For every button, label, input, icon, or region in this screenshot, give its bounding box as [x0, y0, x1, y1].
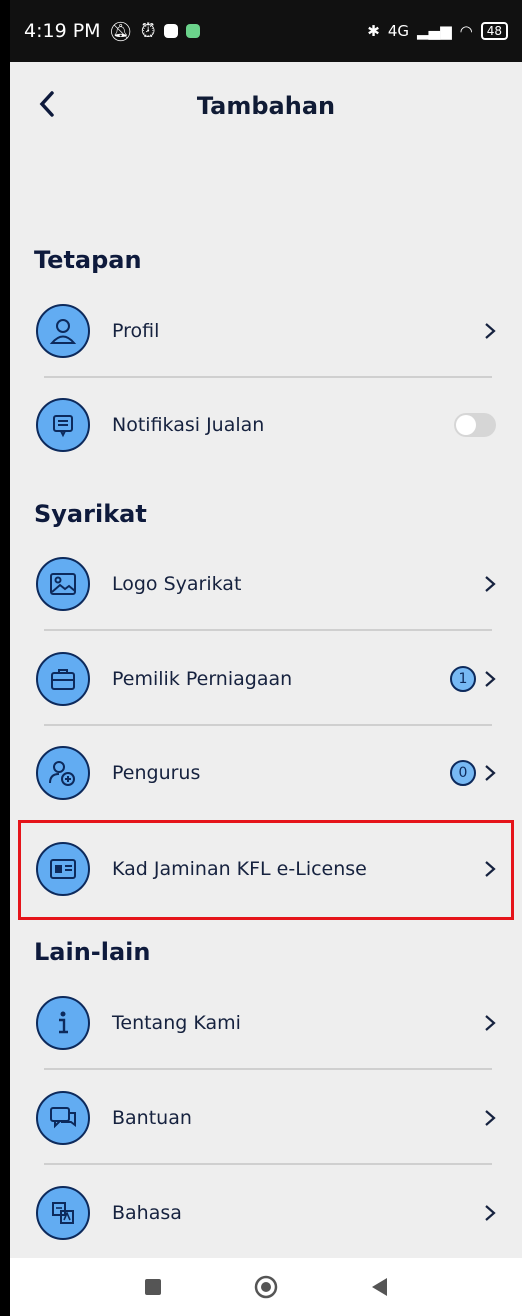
recents-button-icon[interactable]	[143, 1277, 163, 1297]
page-title: Tambahan	[196, 92, 336, 120]
menu-item-pemilik-perniagaan[interactable]: Pemilik Perniagaan 1	[36, 638, 498, 720]
briefcase-icon	[36, 652, 90, 706]
menu-item-label: Kad Jaminan KFL e-License	[112, 858, 367, 880]
menu-item-label: Notifikasi Jualan	[112, 414, 265, 436]
chevron-left-icon	[39, 91, 54, 117]
notification-icon	[163, 24, 178, 38]
divider	[44, 724, 492, 726]
menu-item-notifikasi[interactable]: Notifikasi Jualan	[36, 384, 498, 466]
chevron-right-icon	[485, 576, 496, 592]
menu-item-label: Profil	[112, 320, 160, 342]
divider	[44, 1068, 492, 1070]
back-nav-button-icon[interactable]	[369, 1276, 389, 1298]
menu-item-logo-syarikat[interactable]: Logo Syarikat	[36, 543, 498, 625]
menu-item-profil[interactable]: Profil	[36, 290, 498, 372]
signal-icon: ▂▄▆	[417, 22, 452, 40]
count-badge: 0	[450, 760, 476, 786]
menu-item-pengurus[interactable]: Pengurus 0	[36, 732, 498, 814]
app-notification-icon	[185, 24, 200, 38]
menu-item-label: Logo Syarikat	[112, 573, 242, 595]
menu-item-tentang-kami[interactable]: Tentang Kami	[36, 982, 498, 1064]
chevron-right-icon	[485, 671, 496, 687]
count-badge: 1	[450, 666, 476, 692]
section-syarikat: Syarikat	[34, 500, 147, 528]
chevron-right-icon	[485, 1015, 496, 1031]
section-lain-lain: Lain-lain	[34, 938, 151, 966]
chevron-right-icon	[485, 1110, 496, 1126]
info-icon	[36, 996, 90, 1050]
chevron-right-icon	[485, 861, 496, 877]
wifi-icon: ◠	[459, 22, 473, 40]
id-card-icon	[36, 842, 90, 896]
back-button[interactable]	[32, 84, 62, 124]
user-icon	[36, 304, 90, 358]
mute-icon: 🔕︎	[108, 20, 133, 43]
chevron-right-icon	[485, 323, 496, 339]
menu-item-bantuan[interactable]: Bantuan	[36, 1077, 498, 1159]
menu-item-label: Tentang Kami	[112, 1012, 241, 1034]
network-type: 4G	[387, 22, 410, 40]
chevron-right-icon	[485, 765, 496, 781]
section-tetapan: Tetapan	[34, 246, 142, 274]
divider	[44, 1163, 492, 1165]
app-bar: Tambahan	[10, 62, 522, 150]
chevron-right-icon	[485, 1205, 496, 1221]
add-user-icon	[36, 746, 90, 800]
image-icon	[36, 557, 90, 611]
home-button-icon[interactable]	[253, 1274, 279, 1300]
notification-toggle[interactable]	[454, 413, 496, 437]
status-bar: 4:19 PM 🔕︎ ⏰︎ ✱ 4G ▂▄▆ ◠ 48	[10, 0, 522, 62]
menu-item-label: Pemilik Perniagaan	[112, 668, 293, 690]
screen: 4:19 PM 🔕︎ ⏰︎ ✱ 4G ▂▄▆ ◠ 48 Tambahan Tet…	[10, 0, 522, 1316]
status-time: 4:19 PM	[24, 20, 101, 42]
bluetooth-icon: ✱	[367, 22, 380, 40]
menu-item-bahasa[interactable]: Bahasa	[36, 1172, 498, 1254]
menu-item-label: Pengurus	[112, 762, 201, 784]
translate-icon	[36, 1186, 90, 1240]
divider	[44, 629, 492, 631]
menu-item-kad-jaminan[interactable]: Kad Jaminan KFL e-License	[36, 828, 498, 910]
menu-item-label: Bantuan	[112, 1107, 192, 1129]
battery-indicator: 48	[480, 22, 508, 40]
message-icon	[36, 398, 90, 452]
chat-icon	[36, 1091, 90, 1145]
system-nav-bar	[10, 1258, 522, 1316]
divider	[44, 376, 492, 378]
alarm-icon: ⏰︎	[140, 20, 156, 42]
menu-item-label: Bahasa	[112, 1202, 182, 1224]
